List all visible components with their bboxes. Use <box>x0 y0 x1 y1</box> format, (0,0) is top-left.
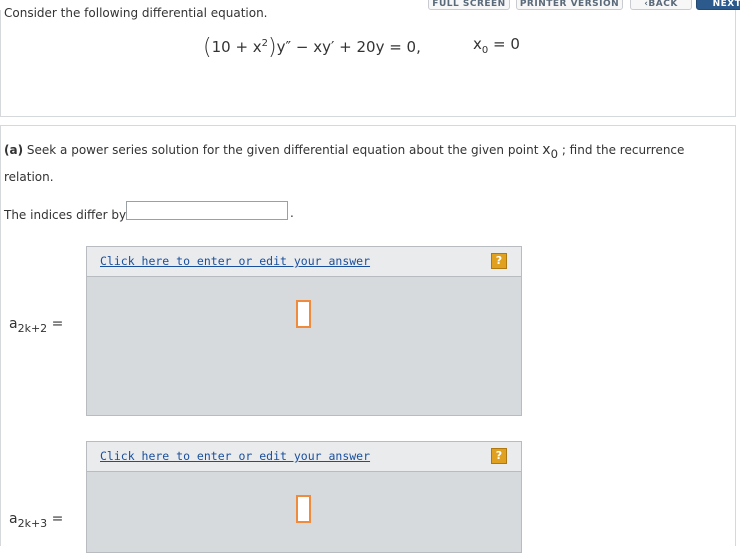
coef-1-equals: = <box>51 316 64 332</box>
answer-box-2: Click here to enter or edit your answer … <box>86 441 522 553</box>
answer-box-2-header: Click here to enter or edit your answer … <box>87 442 521 472</box>
problem-panel: Consider the following differential equa… <box>0 6 736 117</box>
edit-answer-link-1[interactable]: Click here to enter or edit your answer <box>100 254 370 268</box>
answer-box-1: Click here to enter or edit your answer … <box>86 246 522 416</box>
initial-point: x0 = 0 <box>473 35 520 56</box>
next-button[interactable]: NEXT <box>696 0 740 10</box>
coef-1-letter: a <box>9 316 18 332</box>
close-paren: ) <box>268 35 277 60</box>
help-icon[interactable]: ? <box>491 448 507 464</box>
equation-rest: y″ − xy′ + 20y = 0, <box>276 38 421 56</box>
printer-version-button[interactable]: PRINTER VERSION <box>516 0 623 10</box>
panel-gap <box>0 117 740 125</box>
back-label: BACK <box>648 0 678 9</box>
problem-intro: Consider the following differential equa… <box>4 6 268 20</box>
x0-label: x <box>473 35 482 53</box>
equation-lhs: 10 + x <box>211 38 262 56</box>
coef-2-equals: = <box>51 511 64 527</box>
part-a-label: (a) <box>4 143 24 157</box>
coef-label-2: a2k+3 = <box>9 511 63 530</box>
open-paren: ( <box>203 35 212 60</box>
coef-1-sub: 2k+2 <box>17 321 48 335</box>
x0-subscript: 0 <box>481 45 489 56</box>
coef-label-1: a2k+2 = <box>9 316 63 335</box>
differential-equation: (10 + x2)y″ − xy′ + 20y = 0, <box>203 33 421 60</box>
part-a-x0-label: x <box>542 142 551 158</box>
answer-1-input-cursor[interactable] <box>296 300 311 328</box>
indices-input[interactable] <box>126 201 288 220</box>
part-a-question: (a) Seek a power series solution for the… <box>4 139 724 189</box>
help-icon[interactable]: ? <box>491 253 507 269</box>
back-button[interactable]: ‹BACK <box>630 0 692 10</box>
answer-box-1-header: Click here to enter or edit your answer … <box>87 247 521 277</box>
coef-2-letter: a <box>9 511 18 527</box>
part-a-x0-sub: 0 <box>550 146 558 161</box>
edit-answer-link-2[interactable]: Click here to enter or edit your answer <box>100 449 370 463</box>
full-screen-button[interactable]: FULL SCREEN <box>428 0 510 10</box>
part-a-text-before: Seek a power series solution for the giv… <box>26 143 539 157</box>
answer-2-input-cursor[interactable] <box>296 495 311 523</box>
x0-value: = 0 <box>493 35 520 53</box>
part-a-x0: x0 <box>542 142 558 161</box>
part-a-panel: (a) Seek a power series solution for the… <box>0 125 736 553</box>
coef-2-sub: 2k+3 <box>17 516 48 530</box>
indices-period: . <box>290 206 294 220</box>
indices-label: The indices differ by <box>4 208 127 222</box>
